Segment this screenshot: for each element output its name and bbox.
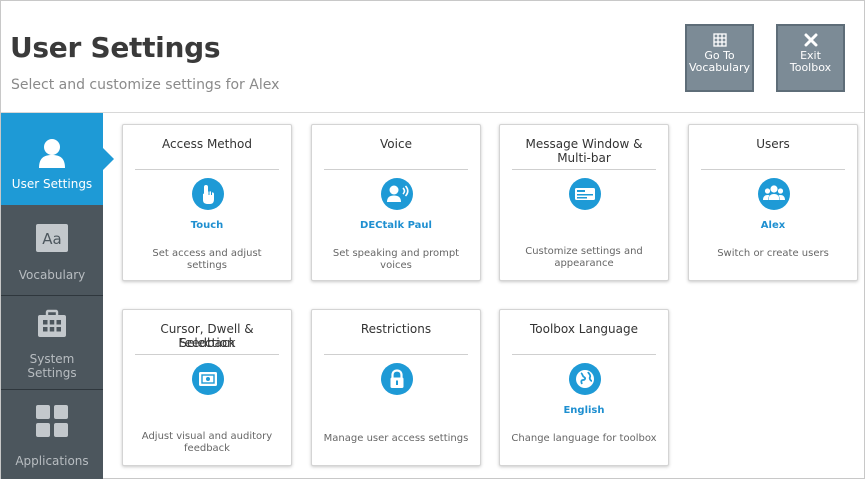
card-divider bbox=[512, 169, 656, 170]
card-voice[interactable]: Voice DECtalk Paul Set speaking and prom… bbox=[311, 124, 481, 281]
card-cursor-dwell-selection[interactable]: Cursor, Dwell & Selection Feedback Adjus… bbox=[122, 309, 292, 466]
sidebar-item-label-line1: System bbox=[29, 352, 75, 366]
page-title: User Settings bbox=[10, 31, 221, 64]
card-description-line2: feedback bbox=[184, 443, 230, 454]
card-title: Voice bbox=[380, 137, 412, 151]
sidebar-item-label: Vocabulary bbox=[18, 268, 86, 282]
toolbox-icon bbox=[36, 308, 68, 343]
active-item-pointer bbox=[103, 148, 114, 170]
card-title-line1: Message Window & bbox=[525, 137, 643, 151]
card-title: Users bbox=[756, 137, 790, 151]
card-value: DECtalk Paul bbox=[360, 220, 432, 231]
card-value: Touch bbox=[190, 220, 224, 231]
aa-text-icon: Aa bbox=[36, 224, 68, 255]
card-restrictions[interactable]: Restrictions Manage user access settings bbox=[311, 309, 481, 466]
sidebar-item-label-line2: Settings bbox=[27, 366, 77, 380]
exit-label-line2: Toolbox bbox=[789, 61, 832, 74]
card-description: Switch or create users bbox=[717, 248, 829, 259]
card-value: English bbox=[563, 405, 605, 416]
svg-text:Aa: Aa bbox=[42, 230, 61, 248]
card-divider bbox=[135, 354, 279, 355]
card-title-line2: Multi-bar bbox=[557, 151, 611, 165]
card-description: Set speaking and prompt voices bbox=[332, 248, 460, 271]
card-description-line2: appearance bbox=[554, 258, 614, 269]
close-icon bbox=[778, 33, 843, 47]
card-divider bbox=[324, 169, 468, 170]
card-title: Access Method bbox=[162, 137, 252, 151]
card-message-window[interactable]: Message Window & Multi-bar Customize set… bbox=[499, 124, 669, 281]
card-description-line1: Adjust visual and auditory bbox=[141, 431, 273, 442]
card-title-line2: Feedback bbox=[178, 336, 236, 350]
card-description: Change language for toolbox bbox=[511, 433, 657, 444]
card-users[interactable]: Users Alex Switch or create users bbox=[688, 124, 858, 281]
message-bar-icon bbox=[569, 178, 601, 210]
page-subtitle: Select and customize settings for Alex bbox=[11, 77, 280, 93]
card-title: Restrictions bbox=[360, 322, 432, 336]
card-description: Set access and adjust settings bbox=[152, 248, 262, 271]
card-divider bbox=[701, 169, 845, 170]
lock-icon bbox=[381, 363, 413, 395]
card-description-line1: Customize settings and bbox=[525, 246, 643, 257]
sidebar-item-label: Applications bbox=[15, 454, 89, 468]
card-value: Alex bbox=[760, 220, 786, 231]
grid-icon bbox=[687, 33, 752, 47]
card-access-method[interactable]: Access Method Touch Set access and adjus… bbox=[122, 124, 292, 281]
go-to-label-line2: Vocabulary bbox=[689, 61, 750, 74]
go-to-vocabulary-button[interactable]: Go To Vocabulary bbox=[685, 24, 754, 92]
card-divider bbox=[324, 354, 468, 355]
sidebar-item-user-settings[interactable]: User Settings bbox=[1, 113, 103, 205]
touch-hand-icon bbox=[192, 178, 224, 210]
cursor-feedback-icon bbox=[192, 363, 224, 395]
card-divider bbox=[135, 169, 279, 170]
exit-toolbox-button[interactable]: Exit Toolbox bbox=[776, 24, 845, 92]
card-title: Toolbox Language bbox=[529, 322, 639, 336]
card-description: Manage user access settings bbox=[323, 433, 469, 444]
sidebar-item-system-settings[interactable]: System Settings bbox=[1, 296, 103, 390]
sidebar: User Settings Aa Vocabulary System Setti… bbox=[1, 113, 103, 479]
sidebar-item-vocabulary[interactable]: Aa Vocabulary bbox=[1, 205, 103, 296]
user-icon bbox=[36, 137, 68, 172]
users-group-icon bbox=[758, 178, 790, 210]
globe-icon bbox=[569, 363, 601, 395]
apps-grid-icon bbox=[36, 405, 68, 440]
card-divider bbox=[512, 354, 656, 355]
speaking-person-icon bbox=[381, 178, 413, 210]
sidebar-item-applications[interactable]: Applications bbox=[1, 390, 103, 479]
card-toolbox-language[interactable]: Toolbox Language English Change language… bbox=[499, 309, 669, 466]
sidebar-item-label: User Settings bbox=[11, 177, 93, 191]
